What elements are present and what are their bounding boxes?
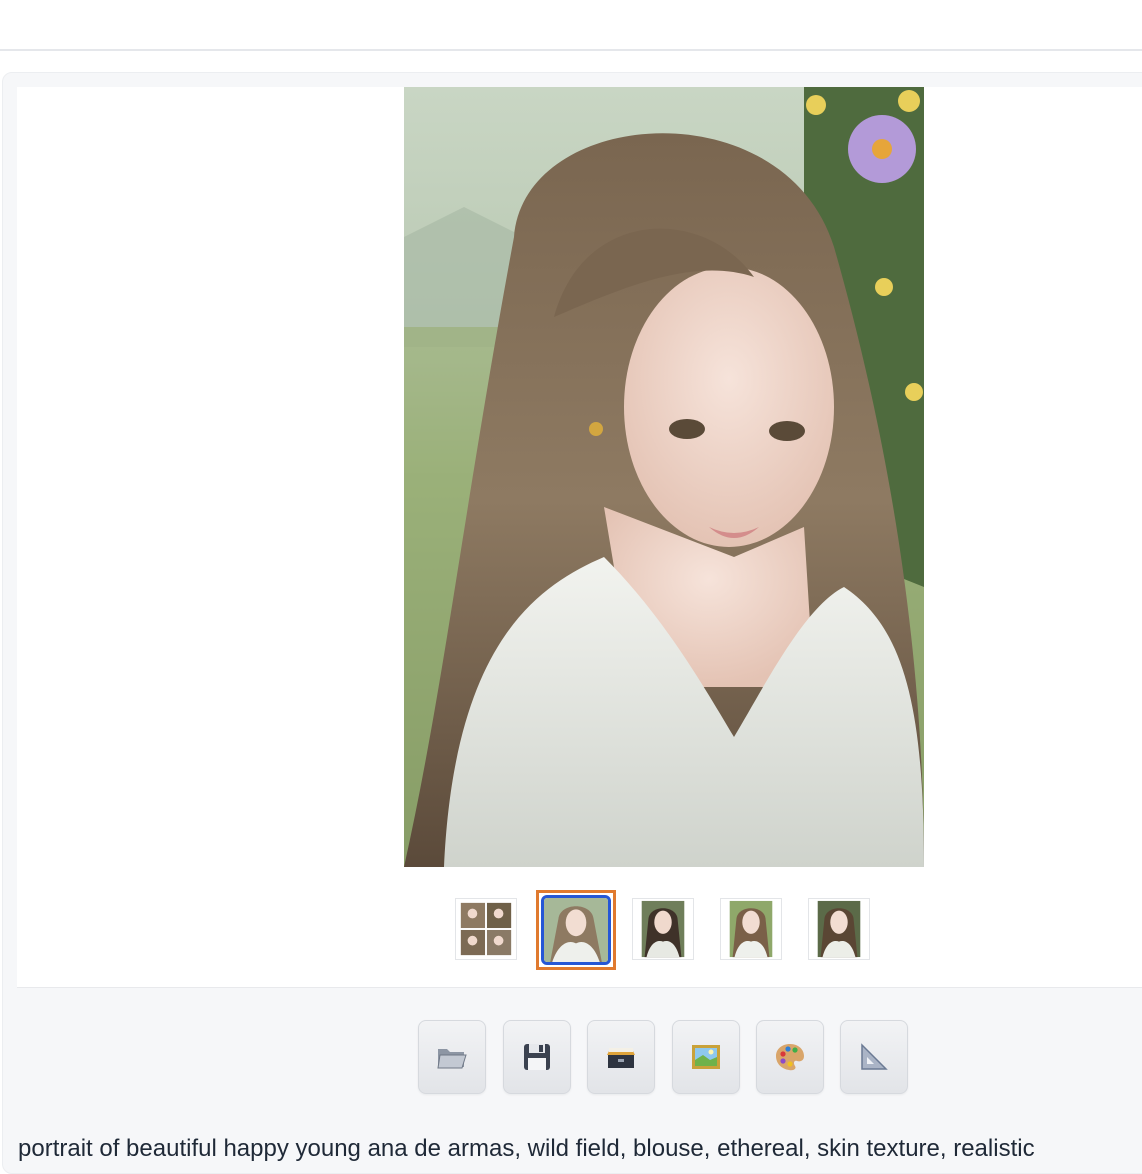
thumbnail-portrait-3[interactable] — [720, 898, 782, 960]
picture-icon — [692, 1045, 720, 1069]
open-folder-button[interactable] — [418, 1020, 486, 1094]
top-bar — [0, 0, 1142, 51]
folder-icon — [437, 1049, 467, 1069]
triangle-ruler-icon — [861, 1043, 888, 1070]
thumbnail-portrait-4[interactable] — [808, 898, 870, 960]
archive-icon — [607, 1048, 635, 1068]
archive-button[interactable] — [587, 1020, 655, 1094]
thumbnail-portrait-1[interactable] — [536, 890, 616, 970]
send-to-inpaint-button[interactable] — [756, 1020, 824, 1094]
send-to-img2img-button[interactable] — [672, 1020, 740, 1094]
save-icon — [524, 1044, 550, 1070]
main-image[interactable] — [404, 87, 924, 867]
send-to-extras-button[interactable] — [840, 1020, 908, 1094]
save-button[interactable] — [503, 1020, 571, 1094]
thumbnail-portrait-2[interactable] — [632, 898, 694, 960]
thumbnail-grid[interactable] — [455, 898, 517, 960]
thumbnail-selection-frame — [541, 895, 611, 965]
palette-icon — [776, 1044, 804, 1071]
